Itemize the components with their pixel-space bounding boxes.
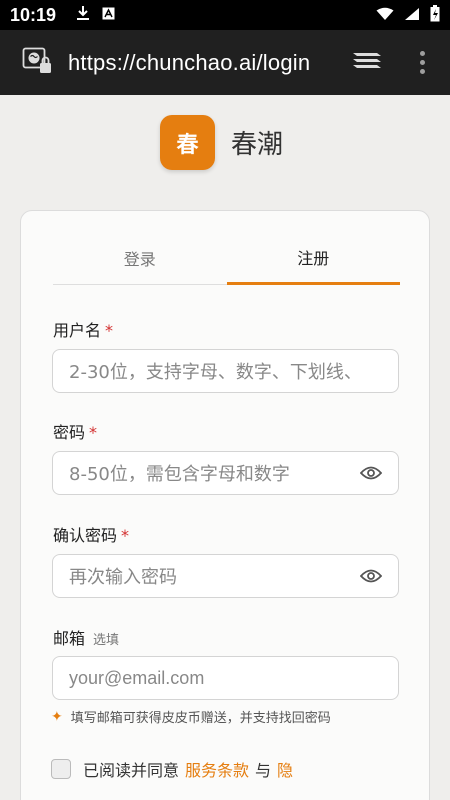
required-mark: *: [89, 423, 98, 442]
password-input[interactable]: 8-50位，需包含字母和数字: [52, 451, 399, 495]
confirm-password-input[interactable]: 再次输入密码: [52, 554, 399, 598]
site-security-icon[interactable]: [22, 46, 54, 80]
confirm-password-label: 确认密码 *: [53, 522, 129, 546]
status-right-group: [376, 4, 440, 26]
email-input[interactable]: your@email.com: [52, 656, 399, 700]
tab-register[interactable]: 注册: [226, 231, 400, 285]
wifi-icon: [376, 6, 394, 25]
app-notification-icon: [102, 7, 115, 24]
agree-and: 与: [255, 761, 272, 780]
auth-tabs: 登录 注册: [53, 231, 400, 285]
password-label: 密码 *: [53, 419, 97, 443]
optional-tag: 选填: [93, 633, 120, 648]
username-label-text: 用户名: [53, 321, 102, 340]
username-placeholder: 2-30位，支持字母、数字、下划线、: [69, 362, 362, 383]
agree-prefix: 已阅读并同意: [83, 761, 180, 780]
show-confirm-password-icon[interactable]: [360, 569, 382, 583]
privacy-link[interactable]: 隐: [277, 757, 293, 781]
brand-logo: 春: [160, 115, 215, 170]
terms-link[interactable]: 服务条款: [185, 757, 249, 781]
overflow-menu-icon[interactable]: [416, 51, 428, 74]
tabs-icon[interactable]: [352, 50, 382, 76]
battery-icon: [430, 4, 440, 26]
show-password-icon[interactable]: [360, 466, 382, 480]
url-text[interactable]: https://chunchao.ai/login: [68, 50, 310, 76]
status-bar: 10:19: [0, 0, 450, 30]
email-label-text: 邮箱: [53, 629, 86, 648]
sparkle-icon: ✦: [51, 708, 63, 725]
required-mark: *: [121, 526, 130, 545]
username-label: 用户名 *: [53, 317, 113, 341]
confirm-label-text: 确认密码: [53, 526, 118, 545]
tab-login[interactable]: 登录: [53, 231, 227, 284]
confirm-placeholder: 再次输入密码: [69, 567, 177, 588]
email-label: 邮箱 选填: [53, 625, 119, 649]
status-time: 10:19: [10, 4, 57, 25]
agree-checkbox[interactable]: [51, 759, 71, 779]
brand-header: 春 春潮: [160, 115, 283, 170]
username-input[interactable]: 2-30位，支持字母、数字、下划线、: [52, 349, 399, 393]
auth-card: 登录 注册 用户名 * 2-30位，支持字母、数字、下划线、 密码 * 8-50位，…: [20, 210, 430, 800]
browser-url-bar: https://chunchao.ai/login: [0, 30, 450, 95]
required-mark: *: [105, 321, 114, 340]
email-hint-text: 填写邮箱可获得皮皮币赠送，并支持找回密码: [70, 711, 331, 726]
email-placeholder: your@email.com: [69, 667, 205, 688]
signal-icon: [404, 6, 420, 25]
password-placeholder: 8-50位，需包含字母和数字: [69, 464, 290, 485]
brand-name: 春潮: [231, 130, 284, 160]
password-label-text: 密码: [53, 423, 86, 442]
download-icon: [76, 5, 90, 25]
email-hint: ✦ 填写邮箱可获得皮皮币赠送，并支持找回密码: [51, 707, 331, 727]
agreement-row: 已阅读并同意 服务条款 与 隐: [51, 757, 293, 781]
